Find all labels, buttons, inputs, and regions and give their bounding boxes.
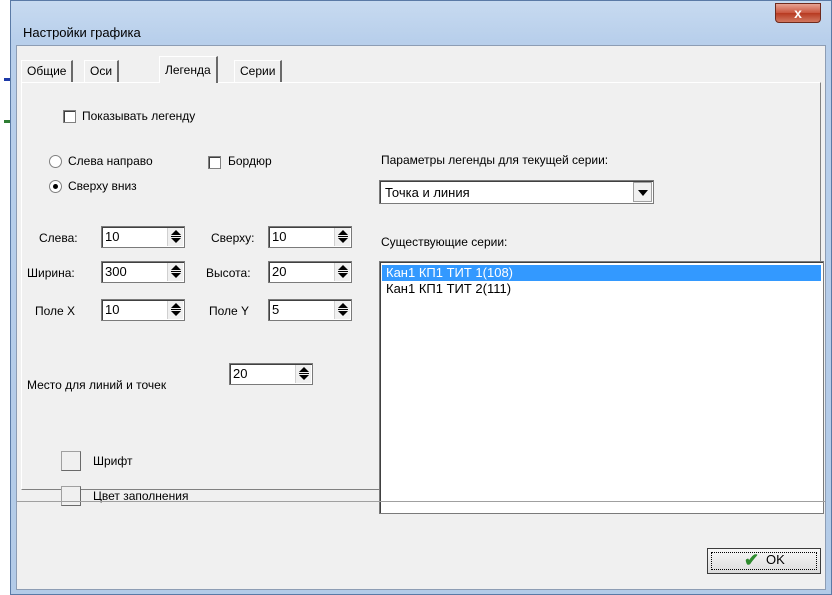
border-checkbox[interactable] [208, 156, 221, 169]
spin-up-icon [338, 265, 348, 270]
left-to-right-radio[interactable] [49, 155, 62, 168]
spin-divider [171, 309, 181, 310]
spin-down-icon [171, 238, 181, 243]
line-space-spin-buttons[interactable] [295, 365, 311, 383]
spin-down-icon [171, 273, 181, 278]
radio-selected-dot [53, 184, 58, 189]
ok-label: OK [766, 552, 785, 567]
field-y-spin-buttons[interactable] [334, 301, 350, 319]
legend-style-value: Точка и линия [385, 185, 470, 200]
height-label: Высота: [206, 266, 251, 280]
tab-legend[interactable]: Легенда [159, 56, 218, 83]
spin-up-icon [171, 230, 181, 235]
show-legend-checkbox[interactable] [63, 110, 76, 123]
spin-up-icon [171, 303, 181, 308]
spin-divider [338, 271, 348, 272]
field-y-value: 5 [272, 302, 280, 317]
spin-divider [338, 309, 348, 310]
show-legend-label: Показывать легенду [82, 109, 196, 123]
left-spin-buttons[interactable] [167, 228, 183, 246]
font-label: Шрифт [93, 454, 133, 468]
spin-divider [171, 236, 181, 237]
border-label: Бордюр [228, 154, 272, 168]
height-value: 20 [272, 264, 287, 279]
tab-series[interactable]: Серии [234, 60, 283, 82]
height-spinbox[interactable]: 20 [268, 261, 352, 283]
chevron-down-icon [638, 190, 648, 196]
spin-down-icon [338, 273, 348, 278]
width-spin-buttons[interactable] [167, 263, 183, 281]
checkmark-icon: ✔ [744, 550, 760, 570]
left-label: Слева: [39, 231, 78, 245]
ok-button[interactable]: ✔ OK [707, 548, 821, 574]
spin-down-icon [299, 375, 309, 380]
tab-axes[interactable]: Оси [84, 60, 120, 82]
height-spin-buttons[interactable] [334, 263, 350, 281]
spin-divider [171, 271, 181, 272]
top-to-bottom-radio[interactable] [49, 180, 62, 193]
spin-down-icon [338, 311, 348, 316]
field-y-spinbox[interactable]: 5 [268, 299, 352, 321]
width-label: Ширина: [27, 266, 75, 280]
top-spin-buttons[interactable] [334, 228, 350, 246]
dialog-client-area: Общие Оси Легенда Серии Показывать леген… [16, 45, 826, 590]
top-value: 10 [272, 229, 287, 244]
field-y-label: Поле Y [209, 304, 250, 318]
combo-dropdown-button[interactable] [633, 182, 652, 202]
chart-settings-dialog: Настройки графика x Общие Оси Легенда Се… [10, 0, 832, 595]
left-to-right-label: Слева направо [68, 154, 153, 168]
fill-color-button[interactable] [61, 486, 81, 506]
legend-style-combobox[interactable]: Точка и линия [379, 180, 654, 204]
field-x-spin-buttons[interactable] [167, 301, 183, 319]
font-button[interactable] [61, 451, 81, 471]
spin-down-icon [171, 311, 181, 316]
window-title: Настройки графика [23, 25, 141, 40]
left-spinbox[interactable]: 10 [101, 226, 185, 248]
spin-up-icon [338, 230, 348, 235]
footer-divider [17, 501, 825, 502]
top-to-bottom-label: Сверху вниз [68, 179, 137, 193]
tab-general[interactable]: Общие [21, 60, 74, 82]
list-item[interactable]: Кан1 КП1 ТИТ 1(108) [382, 265, 821, 281]
close-icon: x [794, 5, 802, 21]
left-value: 10 [105, 229, 120, 244]
series-listbox[interactable]: Кан1 КП1 ТИТ 1(108) Кан1 КП1 ТИТ 2(111) [379, 261, 824, 514]
width-spinbox[interactable]: 300 [101, 261, 185, 283]
top-label: Сверху: [211, 231, 255, 245]
spin-down-icon [338, 238, 348, 243]
line-space-spinbox[interactable]: 20 [229, 363, 313, 385]
title-bar[interactable]: Настройки графика x [11, 1, 831, 45]
existing-series-label: Существующие серии: [381, 235, 508, 249]
spin-divider [338, 236, 348, 237]
top-spinbox[interactable]: 10 [268, 226, 352, 248]
list-item[interactable]: Кан1 КП1 ТИТ 2(111) [382, 281, 821, 297]
line-space-label: Место для линий и точек [27, 378, 167, 392]
line-space-value: 20 [233, 366, 248, 381]
focus-rect [711, 552, 817, 570]
spin-up-icon [171, 265, 181, 270]
spin-up-icon [299, 367, 309, 372]
field-x-value: 10 [105, 302, 120, 317]
field-x-label: Поле X [35, 304, 76, 318]
spin-up-icon [338, 303, 348, 308]
field-x-spinbox[interactable]: 10 [101, 299, 185, 321]
width-value: 300 [105, 264, 127, 279]
series-params-label: Параметры легенды для текущей серии: [381, 153, 609, 167]
spin-divider [299, 373, 309, 374]
close-button[interactable]: x [775, 3, 821, 23]
